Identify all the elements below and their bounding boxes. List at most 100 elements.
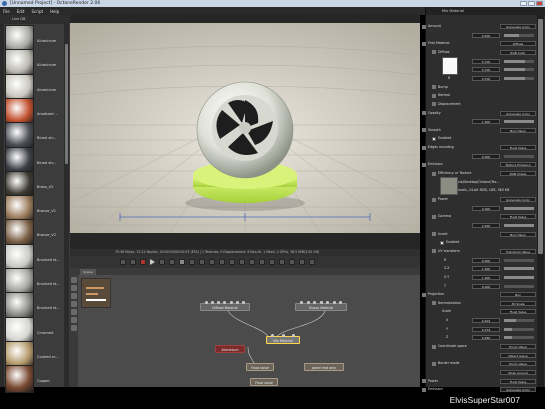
numeric-field[interactable]: 0.700 [472,58,500,64]
expand-toggle-icon[interactable] [422,128,426,133]
type-dropdown[interactable]: 3D Scale [500,300,536,306]
type-dropdown[interactable]: Float Value [500,378,536,384]
type-dropdown[interactable]: Box [500,292,536,298]
value-slider[interactable] [504,319,534,323]
expand-toggle-icon[interactable] [432,171,436,176]
type-dropdown[interactable]: RGB Image [500,171,536,177]
pick-material-button[interactable] [209,259,215,265]
material-label[interactable]: Aluminium [37,88,65,92]
recenter-view-button[interactable] [130,259,136,265]
numeric-field[interactable]: 0.000 [472,153,500,159]
value-slider[interactable] [504,336,534,340]
type-dropdown[interactable]: Enum Value [500,344,536,350]
diffuse-color-swatch[interactable] [442,57,458,75]
value-slider[interactable] [504,267,534,271]
material-label[interactable]: Bronze_V1 [37,209,65,213]
lock-viewport-button[interactable] [179,259,185,265]
pick-camera-button[interactable] [229,259,235,265]
value-slider[interactable] [504,206,534,210]
expand-toggle-icon[interactable] [422,24,426,29]
type-dropdown[interactable]: Transform Value [500,248,536,254]
expand-toggle-icon[interactable] [432,249,436,254]
material-label[interactable]: Brushed st... [37,282,65,286]
minimize-icon[interactable] [520,1,527,6]
decal-button[interactable] [259,259,265,265]
pick-white-balance-button[interactable] [199,259,205,265]
expand-toggle-icon[interactable] [422,162,426,167]
expand-toggle-icon[interactable] [432,214,436,219]
numeric-field[interactable]: 0.279 [472,326,500,332]
value-slider[interactable] [504,223,534,227]
type-dropdown[interactable]: Float Value [500,214,536,220]
type-dropdown[interactable]: Texture Emission [500,162,536,168]
expand-toggle-icon[interactable] [432,232,436,237]
material-label[interactable]: Copper [37,379,65,383]
numeric-field[interactable]: 0.700 [472,67,500,73]
material-database-header[interactable]: Live DB [0,15,70,24]
value-slider[interactable] [504,275,534,279]
film-region-button[interactable] [249,259,255,265]
value-slider[interactable] [504,33,534,37]
value-slider[interactable] [504,120,534,124]
material-label[interactable]: Bronze_V2 [37,233,65,237]
subsample-button[interactable] [299,259,305,265]
enabled-checkbox[interactable] [440,240,444,245]
menu-script[interactable]: Script [31,9,43,14]
diffuse-material-node[interactable]: Diffuse Material [200,301,250,311]
decal-wireframe-button[interactable] [309,259,315,265]
expand-toggle-icon[interactable] [432,50,436,55]
value-slider[interactable] [504,59,534,63]
material-label[interactable]: Brass_V2 [37,185,65,189]
type-dropdown[interactable]: Greyscale Color [500,110,536,116]
type-dropdown[interactable]: Greyscale Color [500,24,536,29]
glossy-material-node[interactable]: Glossy Material [295,301,347,311]
value-slider[interactable] [504,154,534,158]
material-label[interactable]: Blued str... [37,161,65,165]
enabled-checkbox[interactable] [432,136,436,141]
inspector-scrollbar[interactable] [537,15,544,387]
expand-toggle-icon[interactable] [432,93,436,98]
expand-toggle-icon[interactable] [432,197,436,202]
node-graph-editor[interactable]: Scene Diffuse Material Glossy Material M… [70,268,420,387]
type-dropdown[interactable]: RGB Color [500,49,536,55]
scrollbar-thumb[interactable] [65,44,68,164]
panel-mat-node[interactable]: panel mat only [304,363,344,371]
menu-edit[interactable]: Edit [17,9,25,14]
pause-render-button[interactable] [159,259,165,265]
numeric-field[interactable]: 0.000 [472,283,500,289]
type-dropdown[interactable]: Float Value [500,145,536,151]
value-slider[interactable] [504,284,534,288]
material-label[interactable]: Aluminium [37,39,65,43]
expand-toggle-icon[interactable] [432,361,436,366]
type-dropdown[interactable]: Object space [500,352,536,358]
expand-toggle-icon[interactable] [422,379,426,384]
expand-toggle-icon[interactable] [432,301,436,306]
float-value-node[interactable]: Float value [246,363,274,371]
close-icon[interactable] [536,1,543,6]
numeric-field[interactable]: 1.000 [472,274,500,280]
mix-material-node[interactable]: Mix Material [266,334,300,344]
numeric-field[interactable]: 1.000 [472,266,500,272]
material-label[interactable]: Anodized ... [37,112,65,116]
expand-toggle-icon[interactable] [432,344,436,349]
material-label[interactable]: Brushed st... [37,258,65,262]
start-render-button[interactable] [150,259,155,265]
maximize-icon[interactable] [528,1,535,6]
pick-object-button[interactable] [219,259,225,265]
type-dropdown[interactable]: Greyscale Color [500,197,536,202]
float-value-node-2[interactable]: Float value [250,378,278,386]
render-image[interactable] [70,15,420,249]
clay-mode-button[interactable] [289,259,295,265]
numeric-field[interactable]: 0.000 [472,257,500,263]
expand-toggle-icon[interactable] [422,387,426,392]
stop-render-button[interactable] [140,259,146,265]
numeric-field[interactable]: 0.500 [472,32,500,38]
render-viewport[interactable] [70,15,420,249]
value-slider[interactable] [504,68,534,72]
material-label[interactable]: Chromed [37,331,65,335]
menu-file[interactable]: File [3,9,10,14]
pick-focus-button[interactable] [189,259,195,265]
expand-toggle-icon[interactable] [422,111,426,115]
material-label[interactable]: Aluminium [37,63,65,67]
numeric-field[interactable]: 1.000 [472,119,500,125]
